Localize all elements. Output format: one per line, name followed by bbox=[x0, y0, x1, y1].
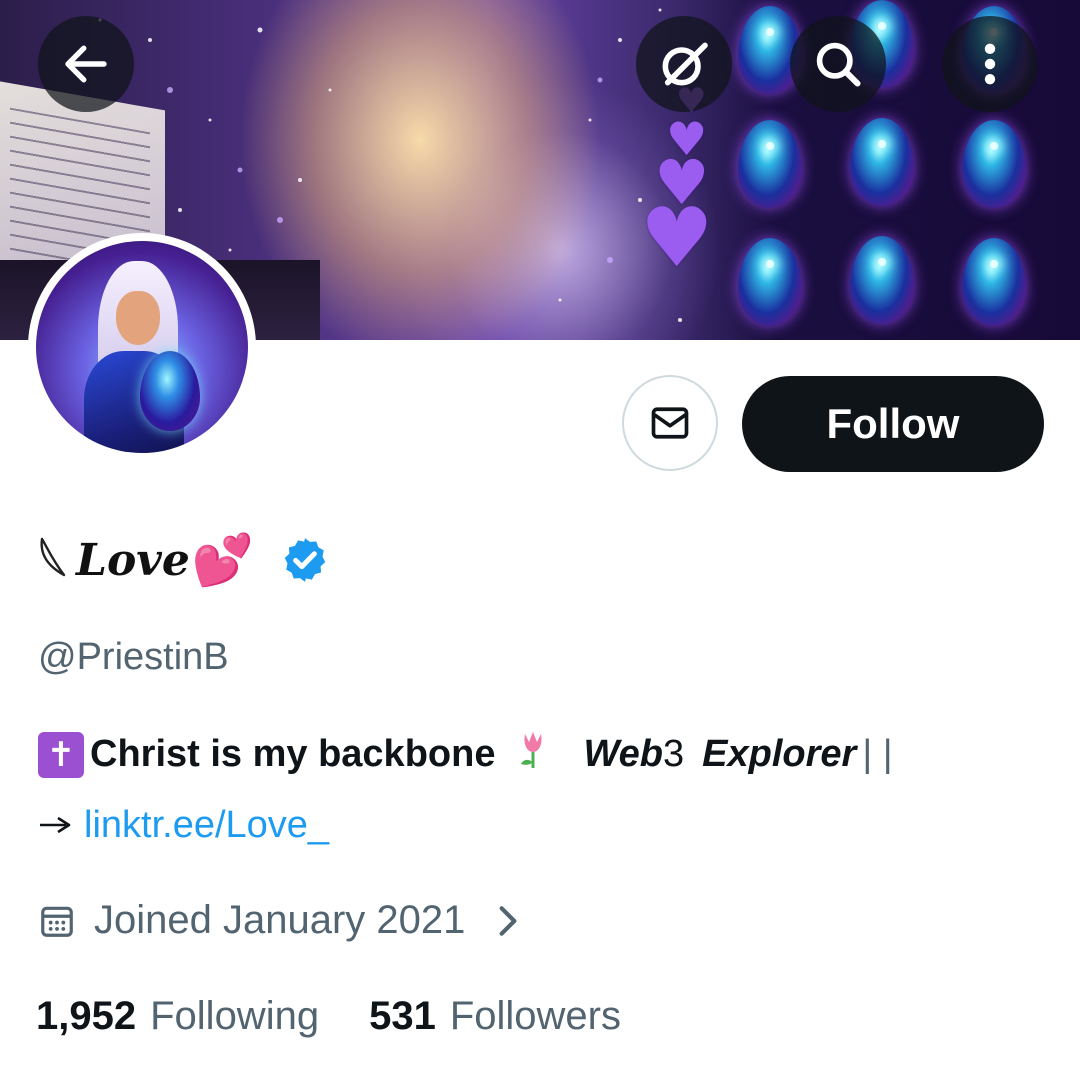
tulip-icon bbox=[517, 730, 549, 779]
verified-badge-icon[interactable] bbox=[280, 535, 330, 585]
display-name-text: Love bbox=[76, 534, 190, 586]
followers-count: 531 bbox=[369, 994, 436, 1038]
avatar-image bbox=[36, 241, 248, 453]
back-button[interactable] bbox=[38, 16, 134, 112]
following-count: 1,952 bbox=[36, 994, 137, 1038]
banner-egg bbox=[850, 118, 914, 206]
follow-stats: 1,952 Following 531 Followers bbox=[36, 994, 621, 1039]
banner-egg bbox=[738, 120, 802, 208]
bio-separator: | | bbox=[862, 733, 893, 775]
profile-link[interactable]: linktr.ee/Love_ bbox=[84, 804, 329, 847]
bio-link-line: linktr.ee/Love_ bbox=[38, 804, 329, 847]
bio-explorer-tag: Explorer bbox=[702, 733, 857, 775]
feather-icon bbox=[36, 535, 72, 586]
search-icon bbox=[816, 42, 861, 87]
bio-main-text: Christ is my backbone bbox=[90, 733, 496, 775]
banner-egg bbox=[962, 120, 1026, 208]
bio-web3-tag-bold: Web bbox=[583, 733, 663, 775]
chevron-right-icon bbox=[499, 905, 517, 936]
banner-egg bbox=[962, 238, 1026, 326]
joined-date: Joined January 2021 bbox=[94, 898, 466, 942]
purple-heart-icon: ♥ bbox=[640, 191, 714, 286]
bio-web3-tag-rest: 3 bbox=[663, 733, 685, 775]
bio: ✝ Christ is my backbone Web 3 Explorer | … bbox=[38, 730, 893, 779]
following-label: Following bbox=[150, 994, 320, 1038]
calendar-icon bbox=[41, 906, 73, 937]
follow-button[interactable]: Follow bbox=[742, 376, 1044, 472]
two-hearts-icon: 💕 bbox=[191, 530, 255, 589]
followers-stat[interactable]: 531 Followers bbox=[369, 994, 621, 1039]
following-stat[interactable]: 1,952 Following bbox=[36, 994, 319, 1039]
envelope-icon bbox=[651, 407, 689, 439]
grok-icon bbox=[662, 42, 708, 86]
banner-egg bbox=[850, 236, 914, 324]
arrow-right-icon bbox=[38, 809, 72, 843]
display-name: Love 💕 bbox=[36, 520, 330, 600]
joined-date-row[interactable]: Joined January 2021 bbox=[38, 898, 523, 943]
banner-hearts: ♥ ♥ ♥ ♥ bbox=[636, 80, 746, 290]
avatar-face bbox=[116, 291, 160, 345]
search-button[interactable] bbox=[790, 16, 886, 112]
user-handle: @PriestinB bbox=[38, 636, 229, 678]
profile-avatar[interactable] bbox=[28, 233, 256, 461]
latin-cross-icon: ✝ bbox=[38, 731, 84, 778]
followers-label: Followers bbox=[449, 994, 621, 1038]
avatar-egg bbox=[140, 351, 200, 431]
arrow-left-icon bbox=[65, 45, 107, 83]
banner-egg bbox=[738, 238, 802, 326]
message-button[interactable] bbox=[622, 375, 718, 471]
more-vertical-icon bbox=[984, 43, 996, 85]
more-options-button[interactable] bbox=[942, 16, 1038, 112]
grok-button[interactable] bbox=[636, 16, 732, 112]
